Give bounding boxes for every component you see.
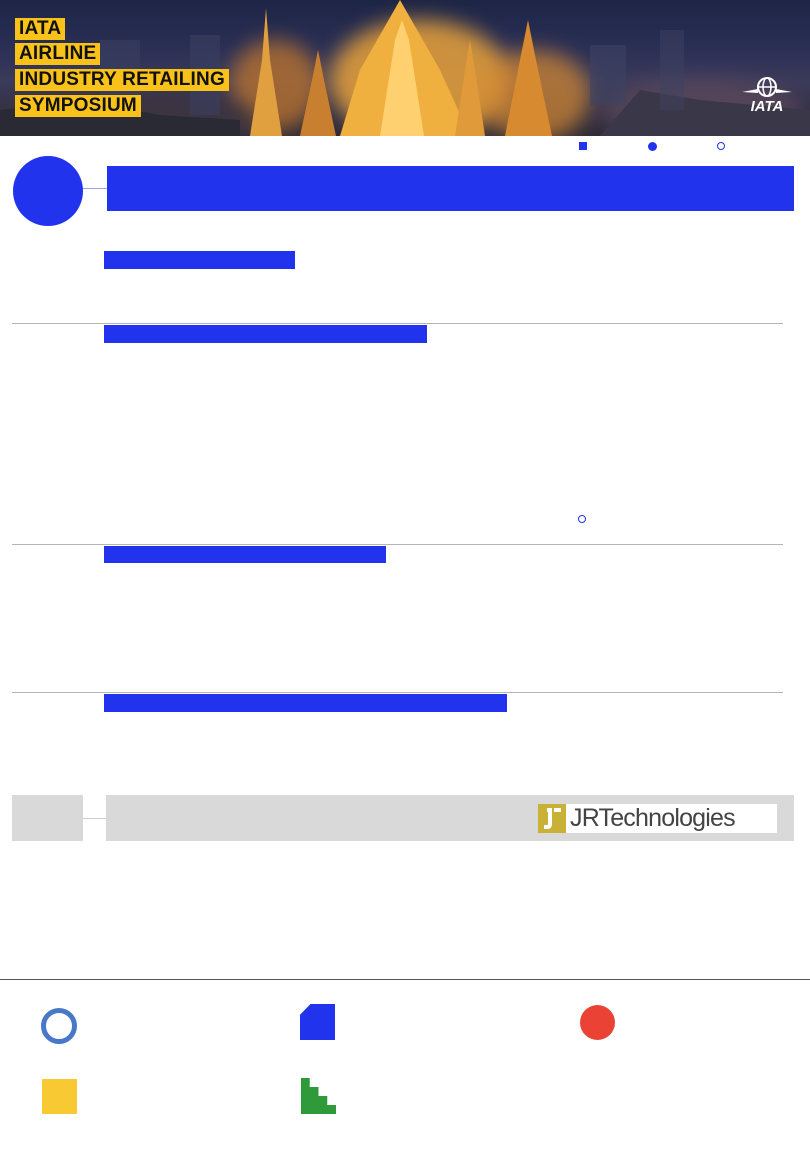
subheading-bar-1	[104, 251, 295, 269]
section-title-bar	[107, 166, 794, 211]
subheading-bar-2	[104, 325, 427, 343]
iata-logo: IATA	[740, 76, 794, 114]
footer-divider	[0, 979, 810, 980]
globe-wings-icon	[742, 77, 792, 97]
subheading-bar-4	[104, 694, 507, 712]
ring-icon	[717, 142, 725, 150]
sponsor-number-block	[12, 795, 83, 841]
square-icon	[579, 142, 587, 150]
yellow-square-icon	[42, 1079, 77, 1114]
divider-1	[12, 323, 783, 324]
red-dot-icon	[580, 1005, 615, 1040]
banner-title-line-2: AIRLINE	[15, 43, 101, 65]
connector-line	[83, 188, 107, 189]
notched-square-icon	[300, 1004, 335, 1040]
ring-shape-icon	[41, 1008, 77, 1044]
section-number-circle	[13, 156, 83, 226]
iata-logo-text: IATA	[750, 98, 784, 115]
dot-icon	[648, 142, 657, 151]
jr-technologies-logo: JRTechnologies	[538, 804, 777, 833]
jr-mark-icon	[538, 804, 566, 833]
divider-2	[12, 544, 783, 545]
divider-3	[12, 692, 783, 693]
sponsor-connector-line	[83, 818, 106, 819]
subheading-bar-3	[104, 546, 386, 563]
banner-title-line-3: INDUSTRY RETAILING	[15, 69, 229, 91]
header-banner: IATA AIRLINE INDUSTRY RETAILING SYMPOSIU…	[0, 0, 810, 136]
stairs-icon	[301, 1078, 336, 1114]
banner-title-line-4: SYMPOSIUM	[15, 95, 141, 117]
banner-title-line-1: IATA	[15, 18, 66, 40]
jr-logo-text: JRTechnologies	[570, 804, 736, 832]
ring-icon	[578, 515, 586, 523]
